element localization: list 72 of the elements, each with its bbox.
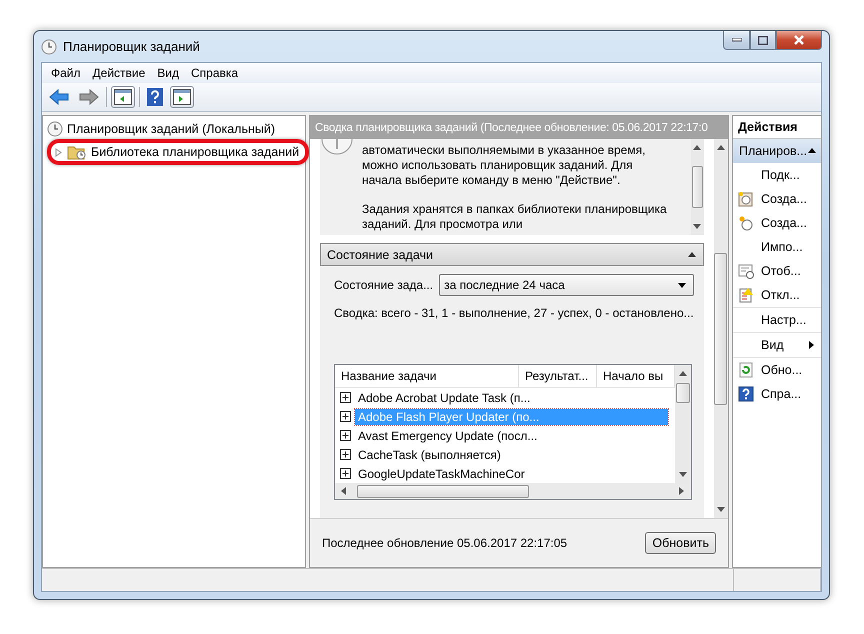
window-title: Планировщик заданий [63,39,201,54]
maximize-button[interactable] [750,31,776,50]
app-clock-icon [41,38,57,54]
task-row[interactable]: Adobe Acrobat Update Task (п... [355,390,668,406]
expander-icon[interactable] [55,148,63,156]
close-icon [793,35,805,45]
action-item[interactable]: Вид [733,333,822,357]
section-header[interactable]: Состояние задачи [320,243,704,266]
minimize-button[interactable] [723,31,750,50]
summary-title: Сводка планировщика заданий (Последнее обновление: 05.06.2017 22:17:0 [315,122,708,134]
scrollbar-thumb[interactable] [692,166,703,208]
menu-item[interactable]: Вид [152,66,184,80]
action-item[interactable]: Импо... [733,235,822,259]
menu-item[interactable]: Действие [88,66,150,80]
description-text: автоматически выполняемыми в указанное время, можно использовать планировщик заданий. Для начала выберите команду в меню "Действие". [362,143,646,188]
refresh-button[interactable]: Обновить [645,532,716,554]
filter-label: Состояние зада... [334,278,434,292]
scrollbar-thumb[interactable] [676,383,690,403]
scroll-down-icon [678,469,688,479]
folder-clock-icon [67,144,87,160]
action-item[interactable]: Спра... [733,382,822,406]
action-item[interactable]: Созда... [733,211,822,235]
expand-plus-icon[interactable] [340,430,351,441]
action-item[interactable]: Созда... [733,187,822,211]
close-button[interactable] [776,31,822,50]
task-row[interactable]: Avast Emergency Update (посл... [355,428,668,444]
action-item[interactable]: Откл... [733,283,822,307]
scrollbar-thumb[interactable] [714,253,728,405]
show-actions-button[interactable] [170,86,194,108]
show-tree-button[interactable] [111,86,135,108]
column-header[interactable]: Название задачи [335,365,519,387]
menu-item[interactable]: Справка [186,66,244,80]
task-row[interactable]: GoogleUpdateTaskMachineCor [355,466,668,482]
window-clock-icon [738,263,754,279]
clock-icon [738,215,754,231]
actions-group-header[interactable]: Планиров... [733,139,822,163]
expand-plus-icon[interactable] [340,411,351,422]
scroll-left-icon [339,486,349,496]
collapse-icon [686,250,697,260]
action-item[interactable]: Настр... [733,308,822,332]
dropdown-caret-icon [676,280,687,290]
action-item[interactable]: Обно... [733,358,822,382]
scroll-down-icon [716,504,726,514]
help-button[interactable] [144,85,166,109]
menu-item[interactable]: Файл [46,66,86,80]
expand-plus-icon[interactable] [340,468,351,479]
scroll-up-icon [716,143,726,153]
calendar-clock-icon [738,191,754,207]
minimize-icon [732,38,742,42]
scrollbar-thumb[interactable] [357,484,529,498]
description-text: Задания хранятся в папках библиотеки планировщика заданий. Для просмотра или [362,202,668,232]
tree-item[interactable]: Библиотека планировщика заданий [91,145,300,159]
tree-item[interactable]: Планировщик заданий (Локальный) [67,122,275,136]
maximize-icon [758,36,768,44]
summary-totals: Сводка: всего - 31, 1 - выполнение, 27 - успех, 0 - остановлено... [334,306,694,320]
column-header[interactable]: Результат... [519,365,597,387]
action-item[interactable]: Подк... [733,163,822,187]
expand-plus-icon[interactable] [340,449,351,460]
action-item[interactable]: Отоб... [733,259,822,283]
refresh-icon [738,362,754,378]
help-icon [147,88,163,106]
help-icon [738,386,754,402]
scroll-up-icon [678,369,688,379]
clock-icon [47,121,63,137]
last-update-text: Последнее обновление 05.06.2017 22:17:05 [322,536,568,550]
scroll-up-icon [692,143,702,153]
collapse-icon [807,146,818,156]
task-row[interactable]: CacheTask (выполняется) [355,446,668,462]
notebook-warning-icon [738,287,754,303]
period-dropdown[interactable]: за последние 24 часа [439,274,694,296]
expand-plus-icon[interactable] [340,392,351,403]
scroll-down-icon [692,221,702,231]
